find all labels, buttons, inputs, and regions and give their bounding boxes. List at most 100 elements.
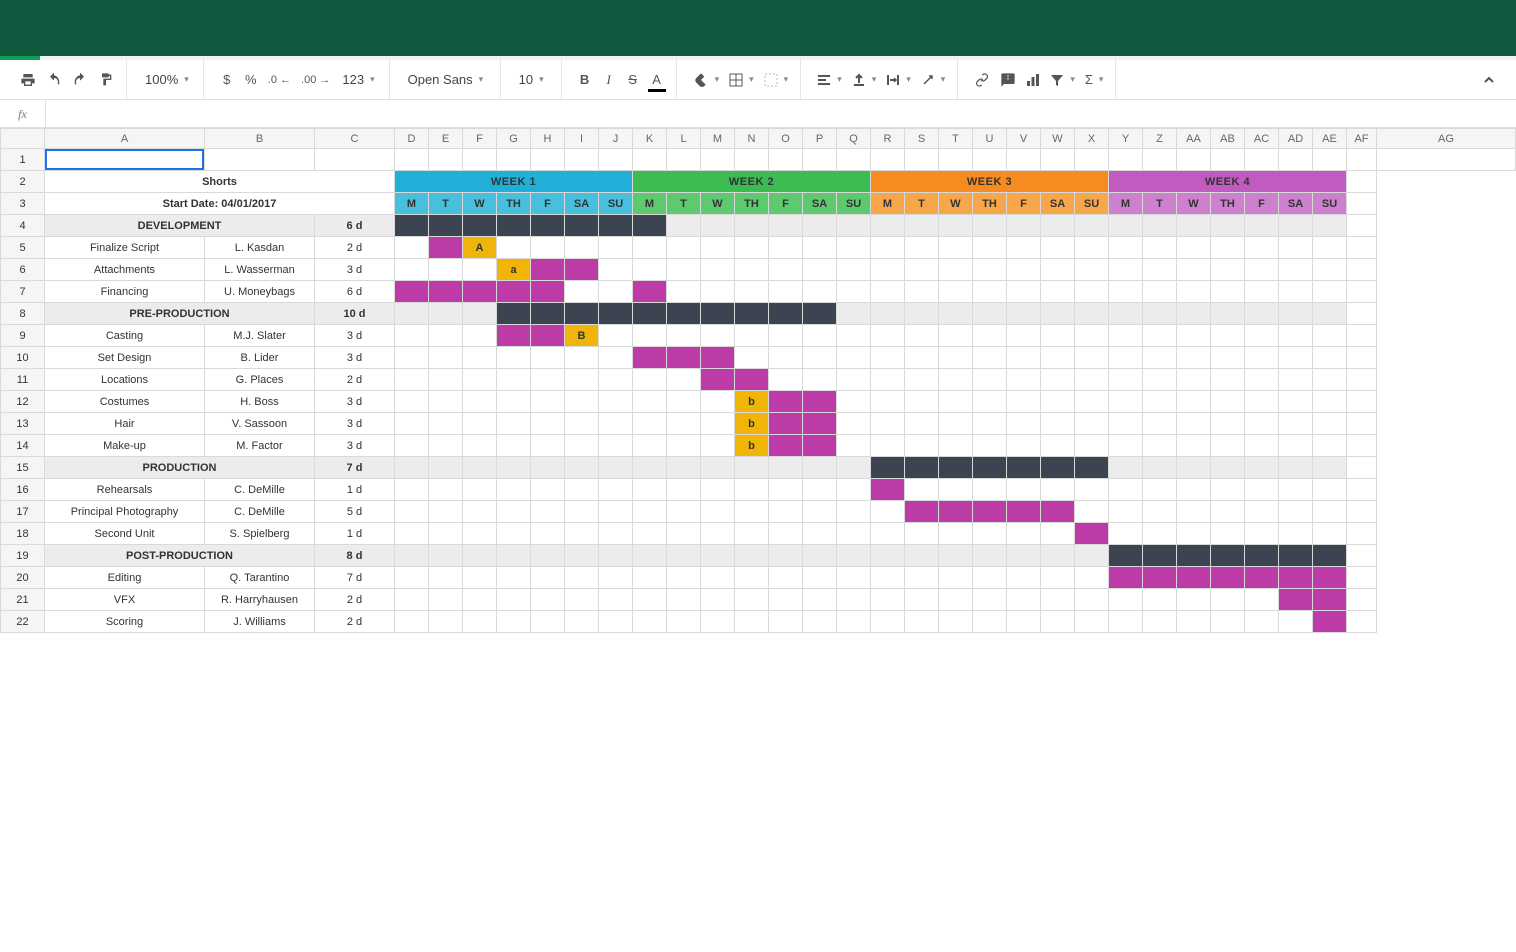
- gantt-cell[interactable]: [531, 479, 565, 501]
- cell[interactable]: [315, 149, 395, 171]
- gantt-cell[interactable]: [531, 567, 565, 589]
- gantt-cell[interactable]: [735, 303, 769, 325]
- gantt-cell[interactable]: [905, 435, 939, 457]
- gantt-cell[interactable]: [1279, 501, 1313, 523]
- gantt-cell[interactable]: [905, 303, 939, 325]
- gantt-cell[interactable]: [667, 391, 701, 413]
- gantt-cell[interactable]: [395, 479, 429, 501]
- gantt-cell[interactable]: [905, 259, 939, 281]
- day-header[interactable]: SU: [1313, 193, 1347, 215]
- gantt-cell[interactable]: [769, 413, 803, 435]
- gantt-cell[interactable]: [1041, 589, 1075, 611]
- gantt-cell[interactable]: b: [735, 413, 769, 435]
- rotation-icon[interactable]: ▾: [917, 69, 950, 91]
- gantt-cell[interactable]: [667, 369, 701, 391]
- gantt-cell[interactable]: [633, 413, 667, 435]
- cell[interactable]: [205, 149, 315, 171]
- number-format-select[interactable]: 123▾: [336, 72, 380, 87]
- paint-format-icon[interactable]: [94, 69, 118, 91]
- gantt-cell[interactable]: [803, 567, 837, 589]
- gantt-cell[interactable]: [973, 281, 1007, 303]
- gantt-cell[interactable]: [565, 501, 599, 523]
- day-header[interactable]: F: [769, 193, 803, 215]
- phase-name[interactable]: DEVELOPMENT: [45, 215, 315, 237]
- gantt-cell[interactable]: [837, 413, 871, 435]
- gantt-cell[interactable]: [1245, 413, 1279, 435]
- column-header[interactable]: I: [565, 129, 599, 149]
- gantt-cell[interactable]: [395, 545, 429, 567]
- column-header[interactable]: C: [315, 129, 395, 149]
- gantt-cell[interactable]: [429, 457, 463, 479]
- gantt-cell[interactable]: [1143, 237, 1177, 259]
- gantt-cell[interactable]: [735, 281, 769, 303]
- gantt-cell[interactable]: [395, 501, 429, 523]
- column-header[interactable]: W: [1041, 129, 1075, 149]
- gantt-cell[interactable]: [837, 259, 871, 281]
- gantt-cell[interactable]: [1007, 237, 1041, 259]
- gantt-cell[interactable]: [701, 545, 735, 567]
- task-duration[interactable]: 2 d: [315, 237, 395, 259]
- gantt-cell[interactable]: [1075, 545, 1109, 567]
- gantt-cell[interactable]: [1177, 281, 1211, 303]
- gantt-cell[interactable]: [1143, 545, 1177, 567]
- gantt-cell[interactable]: [905, 479, 939, 501]
- column-header[interactable]: E: [429, 129, 463, 149]
- gantt-cell[interactable]: [1109, 413, 1143, 435]
- gantt-cell[interactable]: [463, 435, 497, 457]
- phase-duration[interactable]: 6 d: [315, 215, 395, 237]
- cell[interactable]: [497, 149, 531, 171]
- gantt-cell[interactable]: [1313, 237, 1347, 259]
- gantt-cell[interactable]: [1313, 523, 1347, 545]
- gantt-cell[interactable]: [701, 215, 735, 237]
- gantt-cell[interactable]: [1109, 325, 1143, 347]
- gantt-cell[interactable]: [1041, 523, 1075, 545]
- phase-name[interactable]: PRODUCTION: [45, 457, 315, 479]
- gantt-cell[interactable]: [395, 325, 429, 347]
- gantt-cell[interactable]: [837, 457, 871, 479]
- gantt-cell[interactable]: [1211, 391, 1245, 413]
- gantt-cell[interactable]: [531, 303, 565, 325]
- column-header[interactable]: Q: [837, 129, 871, 149]
- gantt-cell[interactable]: [939, 303, 973, 325]
- gantt-cell[interactable]: [463, 479, 497, 501]
- gantt-cell[interactable]: [667, 567, 701, 589]
- gantt-cell[interactable]: [1041, 435, 1075, 457]
- gantt-cell[interactable]: [973, 259, 1007, 281]
- task-owner[interactable]: H. Boss: [205, 391, 315, 413]
- row-header[interactable]: 7: [1, 281, 45, 303]
- row-header[interactable]: 6: [1, 259, 45, 281]
- gantt-cell[interactable]: [735, 589, 769, 611]
- increase-decimal-icon[interactable]: .00 →: [297, 69, 334, 91]
- gantt-cell[interactable]: [701, 589, 735, 611]
- gantt-cell[interactable]: [701, 259, 735, 281]
- gantt-cell[interactable]: [1279, 369, 1313, 391]
- font-select[interactable]: Open Sans▾: [402, 72, 492, 87]
- gantt-cell[interactable]: [1177, 369, 1211, 391]
- gantt-cell[interactable]: [1007, 347, 1041, 369]
- gantt-cell[interactable]: [1245, 325, 1279, 347]
- gantt-cell[interactable]: [1143, 281, 1177, 303]
- day-header[interactable]: W: [701, 193, 735, 215]
- gantt-cell[interactable]: [633, 325, 667, 347]
- gantt-cell[interactable]: [905, 567, 939, 589]
- gantt-cell[interactable]: [871, 369, 905, 391]
- gantt-cell[interactable]: [939, 369, 973, 391]
- start-date-label[interactable]: Start Date: 04/01/2017: [45, 193, 395, 215]
- cell[interactable]: [1347, 325, 1377, 347]
- gantt-cell[interactable]: [1279, 589, 1313, 611]
- gantt-cell[interactable]: [735, 567, 769, 589]
- gantt-cell[interactable]: [1177, 611, 1211, 633]
- phase-duration[interactable]: 7 d: [315, 457, 395, 479]
- task-owner[interactable]: B. Lider: [205, 347, 315, 369]
- gantt-cell[interactable]: [1313, 369, 1347, 391]
- gantt-cell[interactable]: [769, 545, 803, 567]
- gantt-cell[interactable]: [905, 523, 939, 545]
- day-header[interactable]: TH: [973, 193, 1007, 215]
- gantt-cell[interactable]: [1245, 501, 1279, 523]
- gantt-cell[interactable]: [1109, 369, 1143, 391]
- gantt-cell[interactable]: [463, 347, 497, 369]
- gantt-cell[interactable]: [803, 589, 837, 611]
- gantt-cell[interactable]: [1313, 259, 1347, 281]
- cell[interactable]: [939, 149, 973, 171]
- gantt-cell[interactable]: [769, 523, 803, 545]
